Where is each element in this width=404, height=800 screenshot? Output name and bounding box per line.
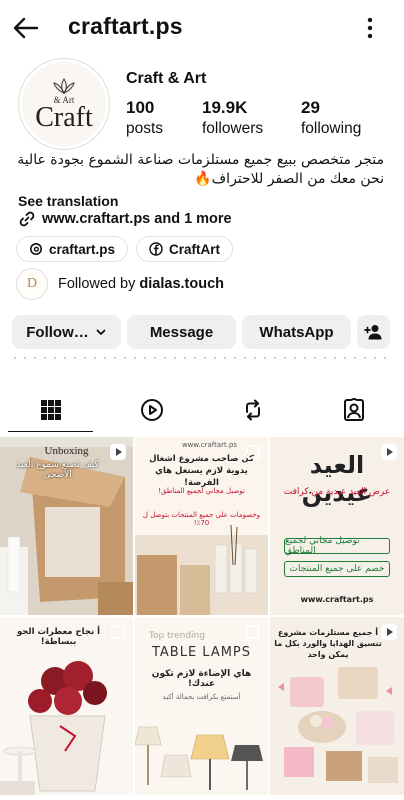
post-tile[interactable]: أ نجاح معطرات الجو ببساطة!: [0, 617, 133, 795]
lotus-logo-icon: [53, 78, 75, 94]
profile-bio: متجر متخصص ببيع جميع مستلزمات صناعة الشم…: [14, 151, 384, 189]
whatsapp-button[interactable]: WhatsApp: [242, 315, 351, 349]
bio-line-2: نحن معك من الصفر للاحتراف🔥: [194, 171, 384, 187]
tab-grid[interactable]: [0, 388, 101, 432]
following-button[interactable]: Follow…: [12, 315, 121, 349]
stat-following[interactable]: 29 following: [301, 98, 361, 138]
reel-indicator-icon: [110, 444, 126, 460]
stat-following-value: 29: [301, 98, 320, 117]
post-4-image: [0, 661, 107, 795]
post-5-ar-sub: أستمتع بكرافت بجمالة أكيد: [162, 693, 241, 701]
post-5-top: Top trending: [149, 631, 205, 641]
add-person-icon: [363, 325, 381, 340]
followed-by-text: Followed by dialas.touch: [58, 276, 224, 292]
stat-posts-label: posts: [126, 120, 164, 137]
post-1-title: Unboxing: [44, 445, 89, 457]
post-3-tag-2: خصم على جميع المنتجات: [284, 561, 390, 577]
facebook-icon: [149, 242, 163, 256]
post-2-tag-1: توصيل مجاني لجميع المناطق!: [158, 487, 245, 495]
post-tile[interactable]: العيد عيدين عرض العيد عيدية من كرافت توص…: [270, 437, 404, 615]
content-tabs: [0, 388, 404, 432]
tagged-icon: [343, 398, 364, 421]
followed-by-prefix: Followed by: [58, 276, 140, 292]
post-5-ar-title: هاي الإضاءة لازم تكون عندك!: [151, 669, 252, 689]
post-6-image: [278, 667, 398, 783]
stat-posts-value: 100: [126, 98, 155, 117]
carousel-indicator-icon: [111, 625, 125, 639]
avatar-logo: & Art Craft: [22, 62, 106, 146]
stat-followers-value: 19.9K: [202, 98, 248, 117]
see-translation-link[interactable]: See translation: [18, 193, 118, 209]
link-icon: [19, 211, 35, 227]
post-2-image: [135, 525, 268, 615]
website-link-text: www.craftart.ps and 1 more: [42, 211, 232, 227]
carousel-indicator-icon: [246, 625, 260, 639]
facebook-chip[interactable]: CraftArt: [136, 236, 234, 262]
post-tile[interactable]: Unboxing كيف تصنع شموع العيد الأضحى: [0, 437, 133, 615]
threads-chip-label: craftart.ps: [49, 241, 116, 257]
post-3-site: www.craftart.ps: [300, 595, 374, 604]
facebook-chip-label: CraftArt: [169, 241, 221, 257]
stat-following-label: following: [301, 120, 362, 137]
post-tile[interactable]: Top trending TABLE LAMPS هاي الإضاءة لاز…: [135, 617, 268, 795]
followed-by[interactable]: D Followed by dialas.touch: [16, 268, 224, 300]
repost-icon: [245, 399, 260, 421]
profile-chips: craftart.ps CraftArt: [16, 236, 234, 262]
post-5-title: TABLE LAMPS: [151, 645, 252, 660]
highlights-divider: [14, 357, 390, 359]
tab-reels[interactable]: [101, 388, 202, 432]
message-button[interactable]: Message: [127, 315, 236, 349]
chevron-down-icon: [96, 329, 106, 335]
back-arrow-icon[interactable]: [12, 14, 40, 42]
suggested-users-button[interactable]: [357, 315, 390, 349]
stat-followers-label: followers: [202, 120, 264, 137]
follower-avatar: D: [16, 268, 48, 300]
post-1-text: كيف تصنع شموع العيد الأضحى: [16, 460, 99, 480]
more-options-icon[interactable]: [358, 14, 382, 42]
top-bar: craftart.ps: [0, 0, 404, 56]
bio-line-1: متجر متخصص ببيع جميع مستلزمات صناعة الشم…: [17, 152, 384, 168]
carousel-indicator-icon: [246, 445, 260, 459]
profile-username: craftart.ps: [68, 13, 183, 39]
tab-tagged[interactable]: [303, 388, 404, 432]
stat-followers[interactable]: 19.9K followers: [202, 98, 263, 138]
post-tile[interactable]: www.craftart.ps كل صاحب مشروع اشغال يدوي…: [135, 437, 268, 615]
followed-by-user: dialas.touch: [139, 276, 225, 292]
threads-icon: [30, 243, 42, 255]
post-tile[interactable]: أ جميع مستلزمات مشروع تنسيق الهدايا والو…: [270, 617, 404, 795]
profile-actions: Follow… Message WhatsApp: [12, 315, 390, 349]
post-5-image: [135, 726, 263, 790]
post-3-subtitle: عرض العيد عيدية من كرافت: [283, 487, 391, 497]
posts-grid: Unboxing كيف تصنع شموع العيد الأضحى www.…: [0, 437, 404, 795]
post-2-site: www.craftart.ps: [181, 441, 238, 449]
reel-indicator-icon: [381, 444, 397, 460]
post-3-tag-1: توصيل مجاني لجميع المناطق: [284, 536, 390, 556]
grid-icon: [40, 400, 61, 420]
reel-indicator-icon: [381, 624, 397, 640]
profile-avatar[interactable]: & Art Craft: [18, 58, 110, 150]
tab-reposts[interactable]: [202, 388, 303, 432]
reels-icon: [140, 399, 163, 421]
stat-posts[interactable]: 100 posts: [126, 98, 163, 138]
following-button-label: Follow…: [26, 323, 89, 341]
display-name: Craft & Art: [126, 70, 207, 87]
threads-chip[interactable]: craftart.ps: [16, 236, 129, 262]
website-link[interactable]: www.craftart.ps and 1 more: [18, 210, 232, 228]
avatar-text-big: Craft: [35, 102, 93, 133]
